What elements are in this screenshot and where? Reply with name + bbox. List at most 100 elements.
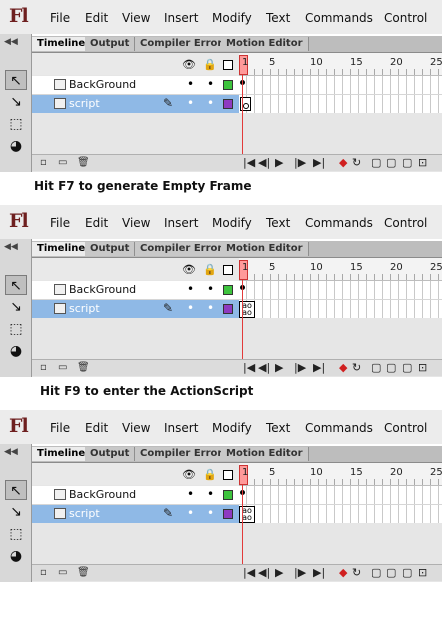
layer-row-script[interactable]: script ✎ • • <box>32 300 239 318</box>
free-transform-tool-icon[interactable]: ⬚ <box>5 114 27 134</box>
lock-dot-icon[interactable]: • <box>207 487 214 501</box>
new-layer-icon[interactable]: ▫ <box>40 157 47 168</box>
modify-markers-icon[interactable]: ⊡ <box>418 361 427 374</box>
frames-background[interactable] <box>239 76 442 95</box>
collapse-icon[interactable]: ◀◀ <box>4 447 18 457</box>
play-icon[interactable]: ▶ <box>275 566 283 579</box>
lock-dot-icon[interactable]: • <box>207 282 214 296</box>
layer-name[interactable]: script <box>69 97 100 110</box>
menu-file[interactable]: File <box>50 421 70 435</box>
eye-icon[interactable]: 👁 <box>182 468 196 481</box>
frames-background[interactable] <box>239 281 442 300</box>
lock-icon[interactable]: 🔒 <box>203 468 217 481</box>
menu-insert[interactable]: Insert <box>164 216 198 230</box>
menu-insert[interactable]: Insert <box>164 421 198 435</box>
collapse-icon[interactable]: ◀◀ <box>4 37 18 47</box>
eye-icon[interactable]: 👁 <box>182 263 196 276</box>
layer-color-swatch[interactable] <box>223 285 233 295</box>
tab-timeline[interactable]: Timeline <box>32 242 92 256</box>
go-to-first-icon[interactable]: |◀ <box>243 361 255 374</box>
visibility-dot-icon[interactable]: • <box>187 506 194 520</box>
lock-icon[interactable]: 🔒 <box>203 58 217 71</box>
layer-color-swatch[interactable] <box>223 490 233 500</box>
onion-outline-icon[interactable]: ▢ <box>386 566 396 579</box>
step-forward-icon[interactable]: |▶ <box>294 361 306 374</box>
menu-text[interactable]: Text <box>266 11 290 25</box>
outline-icon[interactable] <box>223 470 233 480</box>
layer-color-swatch[interactable] <box>223 304 233 314</box>
play-icon[interactable]: ▶ <box>275 156 283 169</box>
tab-motion-editor[interactable]: Motion Editor <box>221 37 309 51</box>
selection-tool-icon[interactable]: ↖ <box>5 480 27 500</box>
menu-control[interactable]: Control <box>384 421 427 435</box>
layer-color-swatch[interactable] <box>223 80 233 90</box>
new-folder-icon[interactable]: ▭ <box>58 567 67 578</box>
modify-markers-icon[interactable]: ⊡ <box>418 566 427 579</box>
layer-row-script[interactable]: script ✎ • • <box>32 95 239 113</box>
visibility-dot-icon[interactable]: • <box>187 282 194 296</box>
center-frame-icon[interactable]: ◆ <box>339 566 347 579</box>
lock-dot-icon[interactable]: • <box>207 96 214 110</box>
menu-edit[interactable]: Edit <box>85 216 108 230</box>
menu-insert[interactable]: Insert <box>164 11 198 25</box>
layer-name[interactable]: BackGround <box>69 78 136 91</box>
new-folder-icon[interactable]: ▭ <box>58 157 67 168</box>
tab-motion-editor[interactable]: Motion Editor <box>221 447 309 461</box>
layer-color-swatch[interactable] <box>223 509 233 519</box>
menu-control[interactable]: Control <box>384 216 427 230</box>
center-frame-icon[interactable]: ◆ <box>339 361 347 374</box>
free-transform-tool-icon[interactable]: ⬚ <box>5 319 27 339</box>
tab-compiler-errors[interactable]: Compiler Errors <box>135 37 235 51</box>
lock-icon[interactable]: 🔒 <box>203 263 217 276</box>
loop-icon[interactable]: ↻ <box>352 566 361 579</box>
collapse-icon[interactable]: ◀◀ <box>4 242 18 252</box>
go-to-last-icon[interactable]: ▶| <box>313 361 325 374</box>
onion-skin-icon[interactable]: ▢ <box>371 156 381 169</box>
menu-commands[interactable]: Commands <box>305 216 373 230</box>
play-icon[interactable]: ▶ <box>275 361 283 374</box>
frames-script[interactable]: ao ao <box>239 505 442 523</box>
subselection-tool-icon[interactable]: ↘ <box>5 92 27 112</box>
subselection-tool-icon[interactable]: ↘ <box>5 502 27 522</box>
new-folder-icon[interactable]: ▭ <box>58 362 67 373</box>
menu-modify[interactable]: Modify <box>212 421 252 435</box>
step-back-icon[interactable]: ◀| <box>258 156 270 169</box>
onion-skin-icon[interactable]: ▢ <box>371 566 381 579</box>
menu-commands[interactable]: Commands <box>305 421 373 435</box>
loop-icon[interactable]: ↻ <box>352 156 361 169</box>
loop-icon[interactable]: ↻ <box>352 361 361 374</box>
visibility-dot-icon[interactable]: • <box>187 301 194 315</box>
menu-modify[interactable]: Modify <box>212 216 252 230</box>
outline-icon[interactable] <box>223 265 233 275</box>
visibility-dot-icon[interactable]: • <box>187 96 194 110</box>
selection-tool-icon[interactable]: ↖ <box>5 70 27 90</box>
layer-row-background[interactable]: BackGround • • <box>32 76 239 95</box>
lock-dot-icon[interactable]: • <box>207 77 214 91</box>
subselection-tool-icon[interactable]: ↘ <box>5 297 27 317</box>
layer-name[interactable]: BackGround <box>69 283 136 296</box>
layer-name[interactable]: script <box>69 507 100 520</box>
outline-icon[interactable] <box>223 60 233 70</box>
edit-multiple-frames-icon[interactable]: ▢ <box>402 156 412 169</box>
step-back-icon[interactable]: ◀| <box>258 566 270 579</box>
delete-icon[interactable]: 🗑 <box>77 157 90 168</box>
lasso-tool-icon[interactable]: ◕ <box>5 546 27 566</box>
tab-output[interactable]: Output <box>85 447 136 461</box>
onion-outline-icon[interactable]: ▢ <box>386 156 396 169</box>
frame-ruler[interactable]: 1 5 10 15 20 25 <box>239 258 442 281</box>
new-layer-icon[interactable]: ▫ <box>40 567 47 578</box>
onion-outline-icon[interactable]: ▢ <box>386 361 396 374</box>
tab-timeline[interactable]: Timeline <box>32 37 92 51</box>
step-back-icon[interactable]: ◀| <box>258 361 270 374</box>
menu-file[interactable]: File <box>50 216 70 230</box>
visibility-dot-icon[interactable]: • <box>187 487 194 501</box>
visibility-dot-icon[interactable]: • <box>187 77 194 91</box>
step-forward-icon[interactable]: |▶ <box>294 566 306 579</box>
frame-ruler[interactable]: 1 5 10 15 20 25 <box>239 53 442 76</box>
lasso-tool-icon[interactable]: ◕ <box>5 341 27 361</box>
delete-icon[interactable]: 🗑 <box>77 567 90 578</box>
frames-script[interactable] <box>239 95 442 113</box>
new-layer-icon[interactable]: ▫ <box>40 362 47 373</box>
go-to-last-icon[interactable]: ▶| <box>313 156 325 169</box>
frame-ruler[interactable]: 1 5 10 15 20 25 <box>239 463 442 486</box>
